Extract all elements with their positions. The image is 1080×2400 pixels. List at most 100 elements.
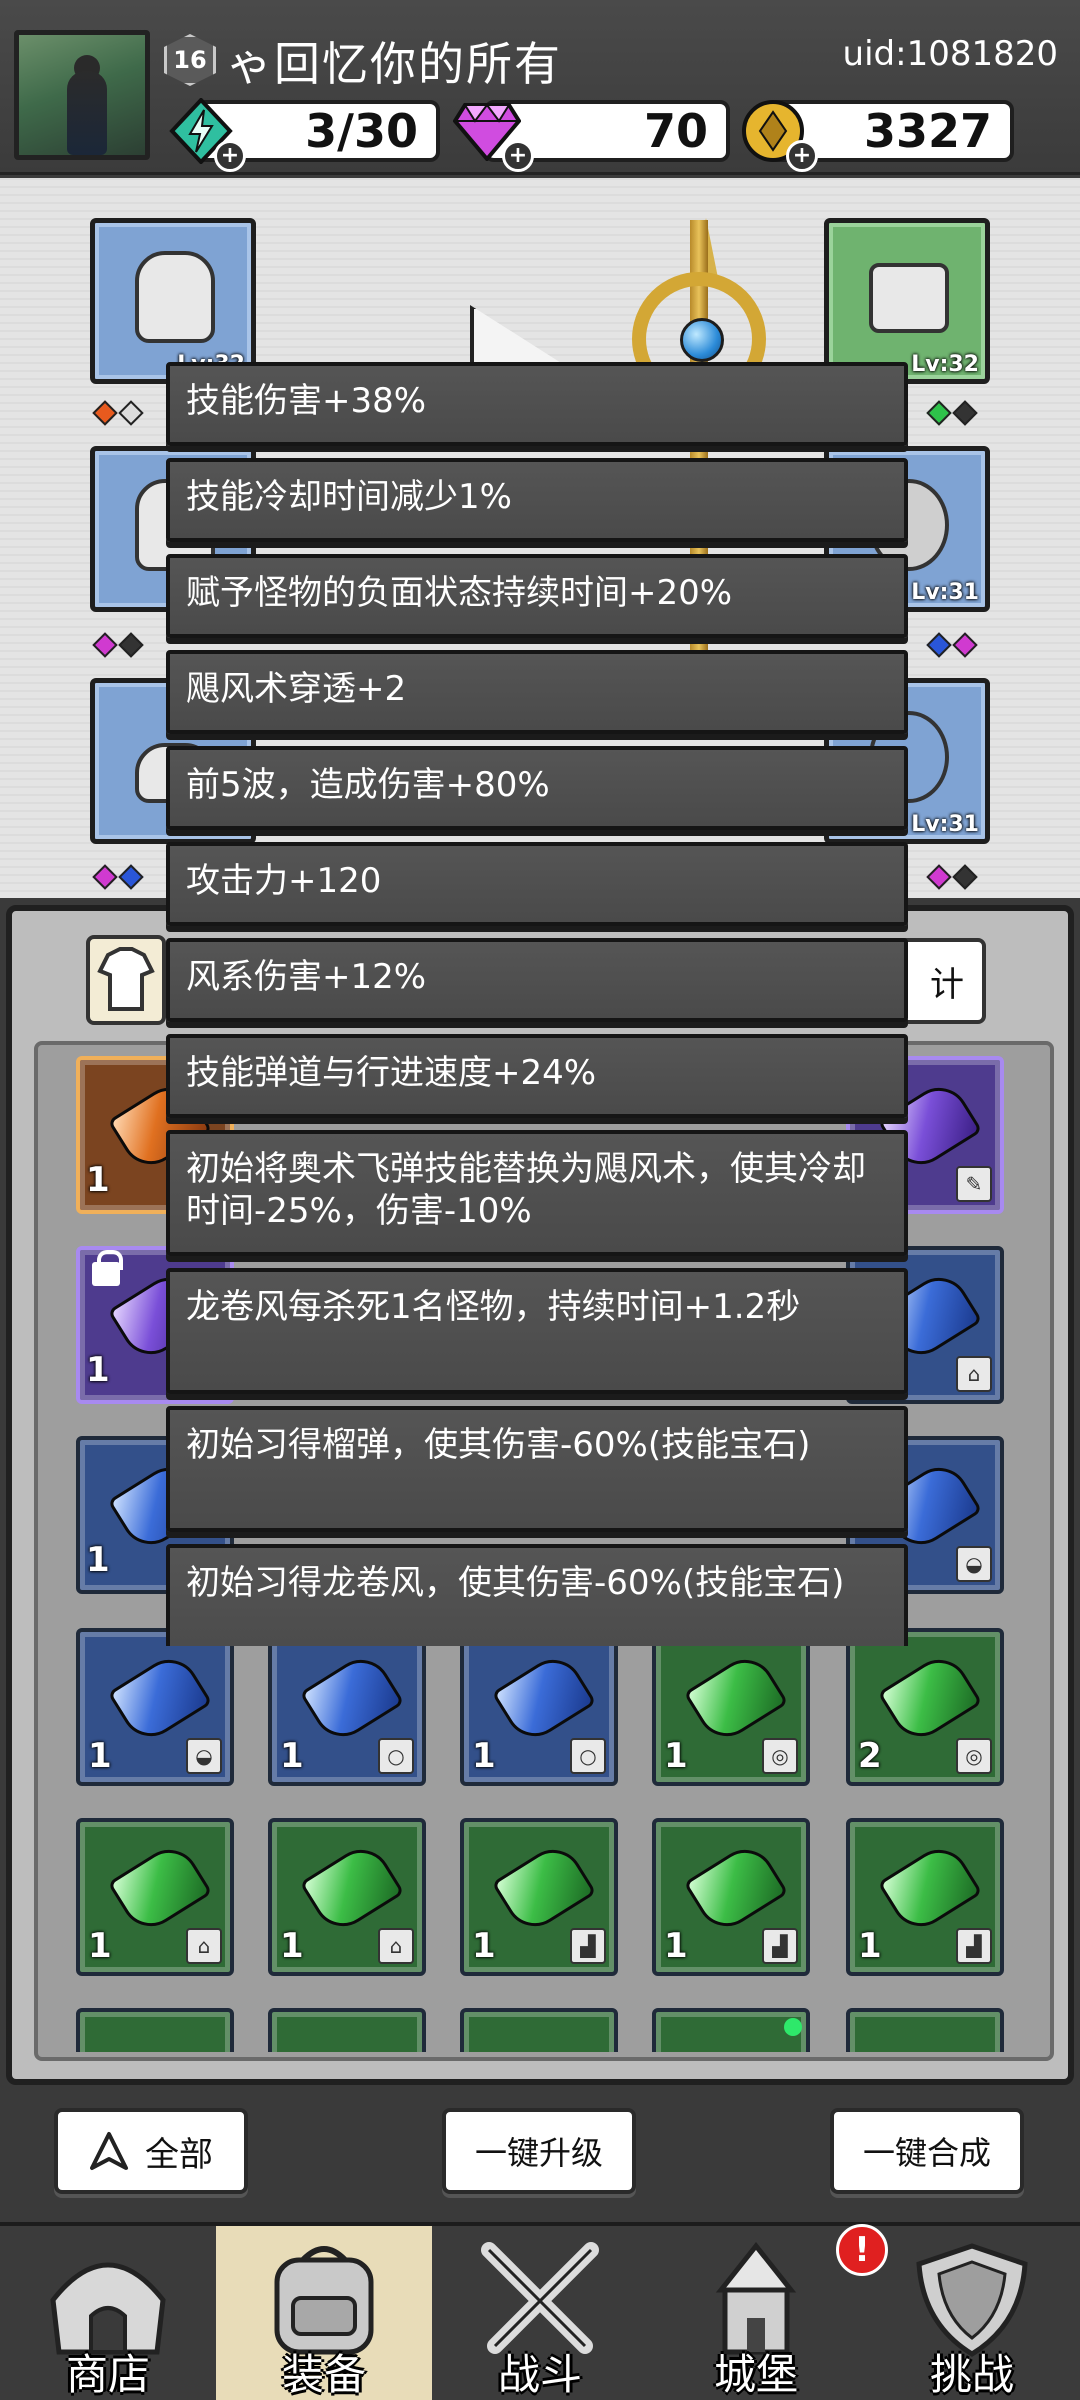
merge-all-label: 一键合成 (862, 2134, 991, 2172)
socket-gem (926, 632, 952, 658)
inventory-stats-tab-label: 计 (930, 964, 964, 1005)
ring-sockets (926, 632, 978, 658)
equip-slot-level: Lv:32 (911, 352, 979, 377)
gem-count: 1 (88, 1736, 112, 1776)
inventory-filter-tab[interactable] (86, 935, 166, 1025)
socket-gem (92, 632, 118, 658)
socket-gem (118, 864, 144, 890)
armor-type-icon: ⌂ (956, 1356, 992, 1392)
gem-count: 1 (664, 1736, 688, 1776)
necklace-sockets (926, 864, 978, 890)
filter-triangle-icon (90, 2132, 128, 2170)
gem-cell-green[interactable]: 1 ▟ (652, 1818, 810, 1976)
gem-stats-tooltip: 技能伤害+38% 技能冷却时间减少1% 赋予怪物的负面状态持续时间+20% 飓风… (160, 362, 916, 1646)
helmet-type-icon: ◒ (186, 1738, 222, 1774)
gem-count: 2 (858, 1736, 882, 1776)
socket-gem (952, 864, 978, 890)
nav-equipment-label: 装备 (281, 2350, 366, 2399)
boots-sockets (92, 864, 144, 890)
gem-cell-blue[interactable]: 1 ○ (268, 1628, 426, 1786)
tooltip-line: 攻击力+120 (166, 842, 908, 926)
armor-type-icon: ⌂ (378, 1928, 414, 1964)
socket-gem (118, 400, 144, 426)
nav-castle[interactable]: 城堡 (648, 2226, 864, 2400)
gem-cell-green[interactable]: 1 ⌂ (268, 1818, 426, 1976)
upgrade-all-button[interactable]: 一键升级 (442, 2108, 636, 2194)
tooltip-line: 技能伤害+38% (166, 362, 908, 446)
gem-add-button[interactable]: + (502, 140, 534, 172)
castle-alert-badge: ! (836, 2224, 888, 2276)
gem-cell-green[interactable] (268, 2008, 426, 2052)
boots-type-icon: ▟ (762, 1928, 798, 1964)
tooltip-line: 龙卷风每杀死1名怪物，持续时间+1.2秒 (166, 1268, 908, 1394)
ring-type-icon: ○ (378, 1738, 414, 1774)
equip-slot-helmet[interactable]: Lv:32 (90, 218, 256, 384)
player-uid: uid:1081820 (842, 34, 1058, 74)
gem-count: 1 (86, 1540, 110, 1580)
socket-gem (92, 400, 118, 426)
nav-equipment[interactable]: 装备 (216, 2226, 432, 2400)
lock-icon (92, 1250, 123, 1286)
gem-count: 1 (86, 1160, 110, 1200)
necklace-type-icon: ◎ (956, 1738, 992, 1774)
ring-type-icon: ○ (570, 1738, 606, 1774)
nav-battle[interactable]: 战斗 (432, 2226, 648, 2400)
helmet-type-icon: ◒ (956, 1546, 992, 1582)
socket-gem (952, 400, 978, 426)
gem-value: 70 (643, 104, 708, 158)
gem-cell-green[interactable]: 1 ▟ (846, 1818, 1004, 1976)
coin-add-button[interactable]: + (786, 140, 818, 172)
green-crystal-icon (683, 1838, 789, 1938)
equip-slot-gloves[interactable]: Lv:32 (824, 218, 990, 384)
gem-cell-green[interactable]: 1 ▟ (460, 1818, 618, 1976)
avatar-figure (67, 71, 107, 155)
gem-cell-green[interactable] (76, 2008, 234, 2052)
socket-gem (926, 864, 952, 890)
energy-add-button[interactable]: + (214, 140, 246, 172)
nav-challenge-label: 挑战 (929, 2350, 1014, 2399)
energy-value: 3/30 (305, 104, 418, 158)
gem-count: 1 (88, 1926, 112, 1966)
gem-cell-blue[interactable]: 1 ◒ (76, 1628, 234, 1786)
tooltip-line: 飓风术穿透+2 (166, 650, 908, 734)
green-crystal-icon (877, 1838, 983, 1938)
gem-cell-green[interactable] (460, 2008, 618, 2052)
tooltip-line: 技能冷却时间减少1% (166, 458, 908, 542)
boots-type-icon: ▟ (570, 1928, 606, 1964)
filter-all-label: 全部 (145, 2134, 213, 2175)
nav-challenge[interactable]: 挑战 (864, 2226, 1080, 2400)
upgrade-all-label: 一键升级 (474, 2134, 603, 2172)
staff-type-icon: ✎ (956, 1166, 992, 1202)
green-crystal-icon (877, 1648, 983, 1748)
tooltip-line: 初始习得榴弹，使其伤害-60%(技能宝石) (166, 1406, 908, 1532)
green-crystal-icon (491, 1838, 597, 1938)
gem-count: 1 (280, 1736, 304, 1776)
merge-all-button[interactable]: 一键合成 (830, 2108, 1024, 2194)
gem-cell-green[interactable] (846, 2008, 1004, 2052)
player-avatar[interactable] (14, 30, 150, 160)
green-crystal-icon (683, 1648, 789, 1748)
tooltip-line: 初始将奥术飞弹技能替换为飓风术，使其冷却时间-25%，伤害-10% (166, 1130, 908, 1256)
tooltip-line: 风系伤害+12% (166, 938, 908, 1022)
nav-castle-label: 城堡 (713, 2350, 798, 2399)
gem-cell-green[interactable]: 2 ◎ (846, 1628, 1004, 1786)
socket-gem (926, 400, 952, 426)
armor-sockets (92, 632, 144, 658)
helmet-icon (135, 251, 215, 343)
gem-grid-partial-row (28, 2000, 1048, 2052)
blue-crystal-icon (107, 1648, 213, 1748)
gem-count: 1 (858, 1926, 882, 1966)
gem-count: 1 (472, 1736, 496, 1776)
glove-icon (869, 263, 949, 333)
player-name: ゃ回忆你的所有 (226, 37, 562, 91)
socket-gem (118, 632, 144, 658)
filter-all-button[interactable]: 全部 (54, 2108, 248, 2194)
gem-cell-blue[interactable]: 1 ○ (460, 1628, 618, 1786)
gem-cell-green[interactable]: 1 ◎ (652, 1628, 810, 1786)
nav-shop[interactable]: 商店 (0, 2226, 216, 2400)
new-item-dot (784, 2018, 802, 2036)
gem-count: 1 (664, 1926, 688, 1966)
nav-shop-label: 商店 (65, 2350, 150, 2399)
gem-cell-green[interactable]: 1 ⌂ (76, 1818, 234, 1976)
player-level-badge: 16 (164, 34, 216, 86)
